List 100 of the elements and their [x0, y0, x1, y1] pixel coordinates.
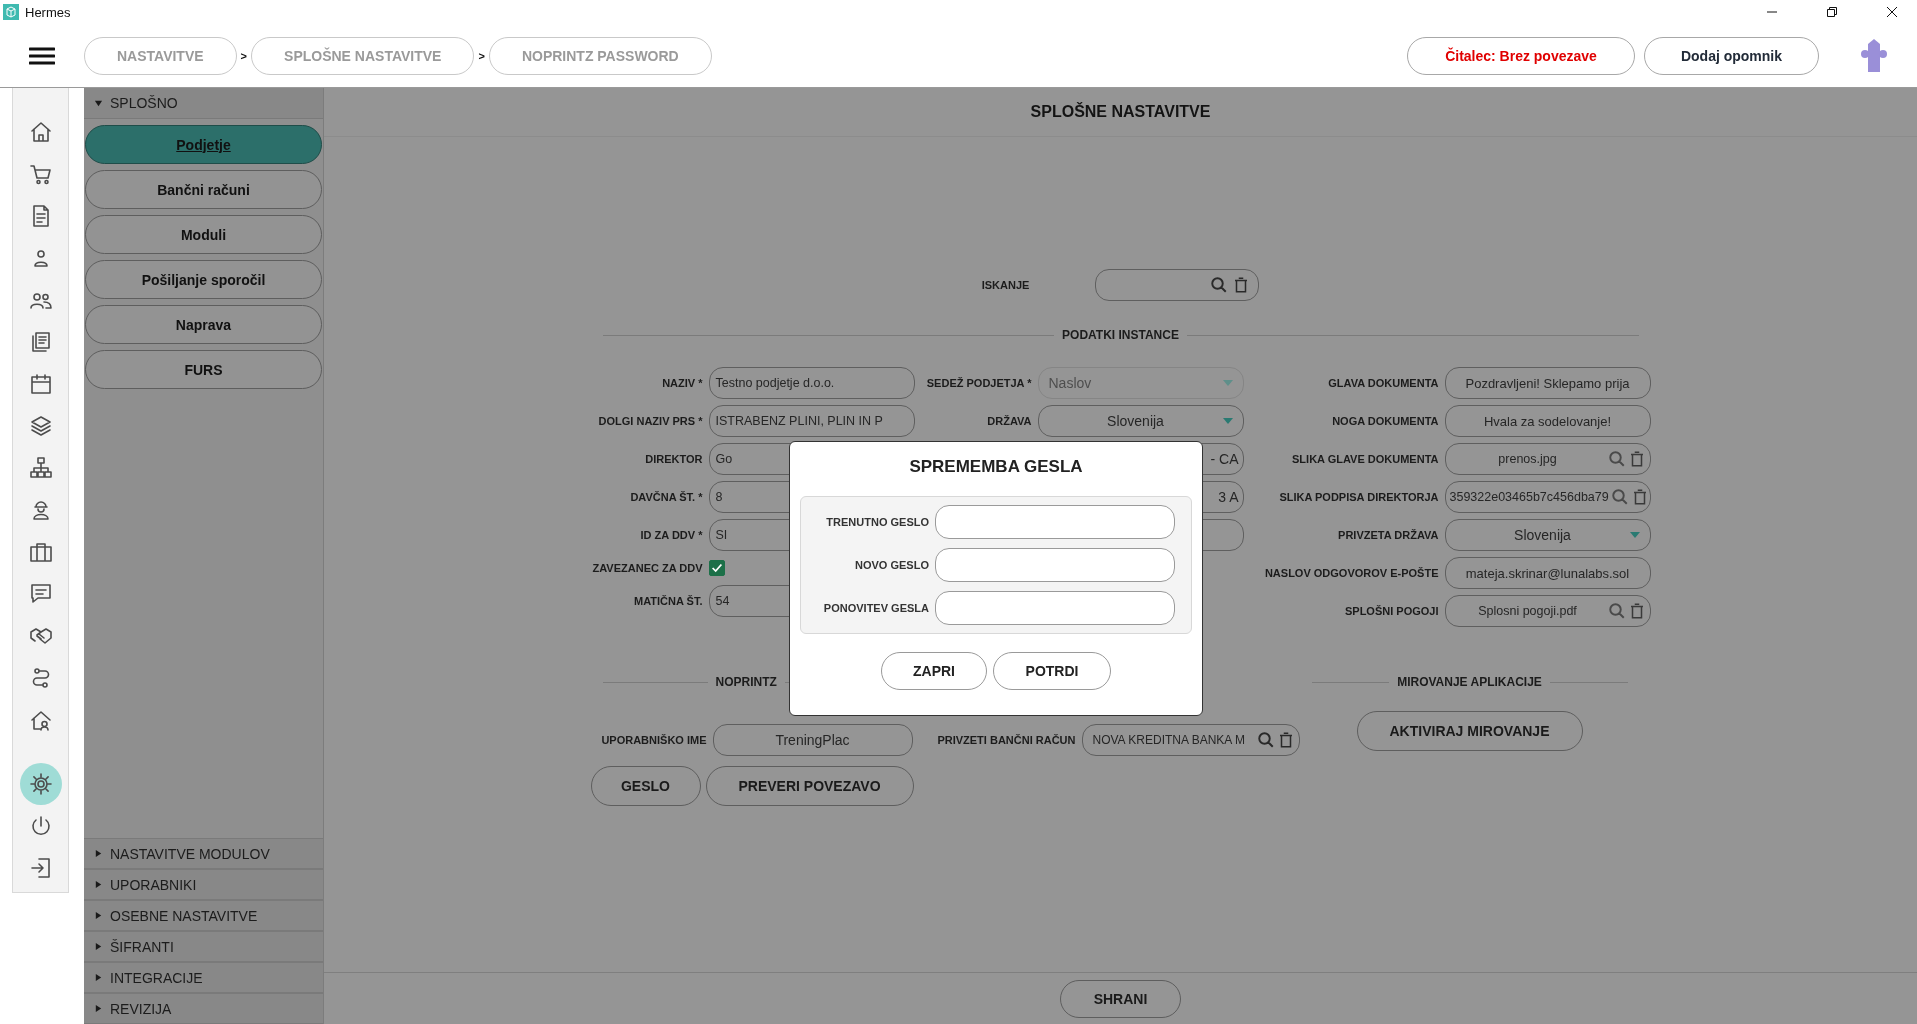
- section-header[interactable]: NASTAVITVE MODULOV: [84, 838, 323, 869]
- field-label: ID ZA DDV *: [639, 529, 703, 541]
- action-button[interactable]: GESLO: [590, 766, 701, 806]
- sidebar-item[interactable]: FURS: [85, 350, 322, 389]
- calendar-icon: [28, 372, 53, 396]
- sidebar-item[interactable]: Podjetje: [85, 125, 322, 164]
- window-title: Hermes: [25, 4, 71, 20]
- layers-icon: [28, 414, 53, 438]
- text-field[interactable]: Hvala za sodelovanje!: [1444, 405, 1651, 437]
- dropdown-arrow-icon: [1222, 418, 1233, 424]
- field-label: NAZIV *: [661, 377, 703, 389]
- dropdown[interactable]: Slovenija: [1037, 405, 1244, 437]
- page-title: SPLOŠNE NASTAVITVE: [324, 88, 1917, 137]
- search-icon[interactable]: [1610, 488, 1629, 506]
- field-label: SEDEŽ PODJETJA *: [925, 377, 1032, 389]
- caret-icon: [94, 942, 103, 951]
- section-title: NOPRINTZ: [715, 675, 777, 689]
- field-label: ZAVEZANEC ZA DDV: [591, 562, 703, 574]
- field-label: UPORABNIŠKO IME: [600, 734, 707, 746]
- close-icon[interactable]: [1887, 7, 1897, 17]
- caret-icon: [94, 973, 103, 982]
- section-header[interactable]: ŠIFRANTI: [84, 931, 323, 962]
- field-label: DOLGI NAZIV PRS *: [597, 415, 703, 427]
- settings-icon: [28, 772, 53, 796]
- home-icon: [28, 120, 53, 144]
- network-icon: [28, 456, 53, 480]
- caret-icon: [94, 1004, 103, 1013]
- sidebar-item[interactable]: Naprava: [85, 305, 322, 344]
- field-label: SLIKA PODPISA DIREKTORJA: [1278, 491, 1439, 503]
- text-field[interactable]: ISTRABENZ PLINI, PLIN IN P: [708, 405, 915, 437]
- caret-icon: [94, 911, 103, 920]
- field-label: NOVO GESLO: [854, 559, 929, 571]
- dialog-title: SPREMEMBA GESLA: [908, 457, 1084, 477]
- section-header[interactable]: REVIZIJA: [84, 993, 323, 1024]
- field-label: PRIVZETI BANČNI RAČUN: [936, 734, 1076, 746]
- field-label: DRŽAVA: [986, 415, 1032, 427]
- password-field[interactable]: [935, 505, 1175, 539]
- chat-icon: [28, 582, 53, 606]
- nav-button[interactable]: [19, 763, 62, 805]
- field-label: SLIKA GLAVE DOKUMENTA: [1291, 453, 1439, 465]
- cart-icon: [28, 162, 53, 186]
- section-header[interactable]: OSEBNE NASTAVITVE: [84, 900, 323, 931]
- field-label: MATIČNA ŠT.: [633, 595, 703, 607]
- section-header[interactable]: UPORABNIKI: [84, 869, 323, 900]
- field-label: PRIVZETA DRŽAVA: [1337, 529, 1439, 541]
- section-header[interactable]: SPLOŠNO: [84, 88, 323, 119]
- sidebar-item[interactable]: Bančni računi: [85, 170, 322, 209]
- search-icon[interactable]: [1607, 450, 1626, 468]
- breadcrumb-separator: >: [478, 49, 485, 62]
- field-label: SPLOŠNI POGOJI: [1343, 605, 1439, 617]
- search-label: ISKANJE: [981, 279, 1030, 291]
- text-field[interactable]: Pozdravljeni! Sklepamo prija: [1444, 367, 1651, 399]
- briefcase-icon: [28, 540, 53, 564]
- search-icon[interactable]: [1256, 731, 1275, 749]
- breadcrumb[interactable]: SPLOŠNE NASTAVITVE: [251, 36, 475, 75]
- field-label: DAVČNA ŠT. *: [629, 491, 703, 503]
- search-icon[interactable]: [1607, 602, 1626, 620]
- app-icon: [3, 4, 19, 20]
- section-header[interactable]: INTEGRACIJE: [84, 962, 323, 993]
- menu-icon[interactable]: [29, 46, 55, 65]
- field-label: DIREKTOR: [644, 453, 703, 465]
- section-title: PODATKI INSTANCE: [1062, 328, 1179, 342]
- text-field[interactable]: TreningPlac: [712, 724, 913, 756]
- checkbox[interactable]: [708, 560, 725, 576]
- action-button[interactable]: PREVERI POVEZAVO: [705, 766, 914, 806]
- dropdown[interactable]: Slovenija: [1444, 519, 1651, 551]
- sidebar-item[interactable]: Pošiljanje sporočil: [85, 260, 322, 299]
- dialog-button[interactable]: POTRDI: [993, 652, 1111, 690]
- dropdown-arrow-icon: [1222, 380, 1233, 386]
- breadcrumb[interactable]: NASTAVITVE: [84, 36, 237, 75]
- search-icon[interactable]: [1210, 276, 1229, 294]
- caret-icon: [94, 98, 103, 108]
- save-button[interactable]: SHRANI: [1060, 979, 1181, 1018]
- text-field[interactable]: Testno podjetje d.o.o.: [708, 367, 915, 399]
- dialog-button[interactable]: ZAPRI: [881, 652, 987, 690]
- search-field[interactable]: [1095, 269, 1260, 301]
- add-reminder-button[interactable]: Dodaj opomnik: [1644, 36, 1819, 75]
- breadcrumb[interactable]: NOPRINTZ PASSWORD: [488, 36, 712, 75]
- house-icon: [28, 708, 53, 732]
- file-field[interactable]: 359322e03465b7c456dba79: [1444, 481, 1651, 513]
- breadcrumb-separator: >: [240, 49, 248, 62]
- section-title: MIROVANJE APLIKACIJE: [1397, 675, 1542, 689]
- field-label: NASLOV ODGOVOROV E-POŠTE: [1263, 567, 1439, 579]
- bank-account-field[interactable]: NOVA KREDITNA BANKA M: [1081, 724, 1300, 756]
- caret-icon: [94, 880, 103, 889]
- sidebar-item[interactable]: Moduli: [85, 215, 322, 254]
- password-field[interactable]: [935, 591, 1175, 625]
- exit-icon: [28, 856, 53, 880]
- password-field[interactable]: [935, 548, 1175, 582]
- dropdown-arrow-icon: [1629, 532, 1640, 538]
- field-label: NOGA DOKUMENTA: [1331, 415, 1439, 427]
- text-field[interactable]: mateja.skrinar@lunalabs.sol: [1444, 557, 1651, 589]
- activate-idle-button[interactable]: AKTIVIRAJ MIROVANJE: [1356, 711, 1583, 751]
- restore-icon[interactable]: [1827, 7, 1837, 17]
- caret-icon: [94, 849, 103, 858]
- field-label: GLAVA DOKUMENTA: [1327, 377, 1439, 389]
- file-field[interactable]: Splosni pogoji.pdf: [1444, 595, 1651, 627]
- reader-status-button[interactable]: Čitalec: Brez povezave: [1407, 36, 1635, 75]
- file-field[interactable]: prenos.jpg: [1444, 443, 1651, 475]
- field-label: TRENUTNO GESLO: [825, 516, 929, 528]
